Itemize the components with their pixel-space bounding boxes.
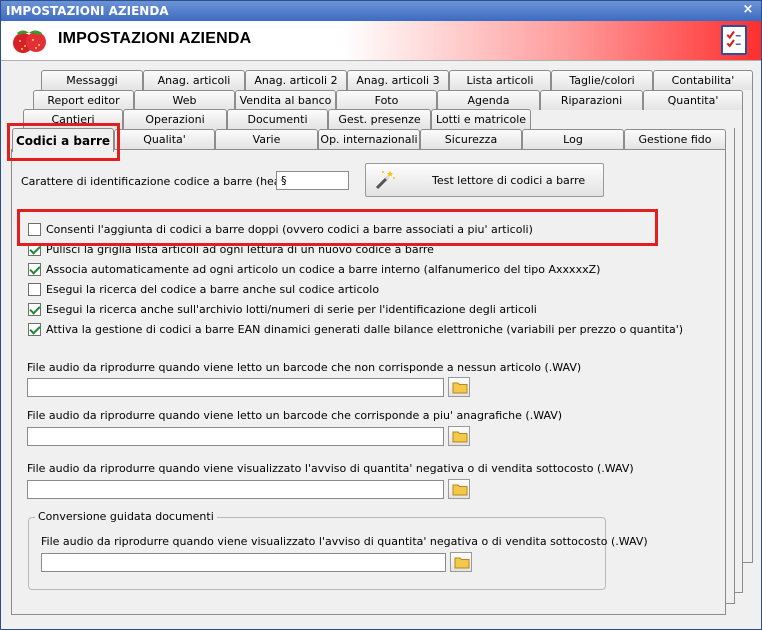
close-icon[interactable]: × <box>741 3 755 17</box>
checkbox[interactable] <box>28 223 41 236</box>
tab-cantieri[interactable]: Cantieri <box>23 109 123 129</box>
folder-icon <box>454 557 470 569</box>
tab-sicurezza[interactable]: Sicurezza <box>420 129 522 149</box>
window-titlebar[interactable]: IMPOSTAZIONI AZIENDA × <box>1 1 761 21</box>
settings-window: IMPOSTAZIONI AZIENDA × IMPOSTAZIONI AZIE… <box>0 0 762 630</box>
checkbox[interactable] <box>28 263 41 276</box>
groupbox-title: Conversione guidata documenti <box>35 510 217 523</box>
tab-qualita[interactable]: Qualita' <box>114 129 215 149</box>
tab-vendita-al-banco[interactable]: Vendita al banco <box>235 90 336 110</box>
audio-multiple-browse-button[interactable] <box>448 426 470 446</box>
tab-web[interactable]: Web <box>134 90 235 110</box>
header-char-label: Carattere di identificazione codice a ba… <box>21 175 311 188</box>
audio-no-article-input[interactable] <box>27 378 444 397</box>
option-label: Attiva la gestione di codici a barre EAN… <box>46 323 684 336</box>
tab-agenda[interactable]: Agenda <box>437 90 540 110</box>
header-char-input[interactable] <box>276 171 349 190</box>
tab-riparazioni[interactable]: Riparazioni <box>540 90 643 110</box>
option-label: Associa automaticamente ad ogni articolo… <box>46 263 601 276</box>
tab-documenti[interactable]: Documenti <box>227 109 328 129</box>
conversion-audio-input[interactable] <box>41 553 446 572</box>
checkbox[interactable] <box>28 323 41 336</box>
audio-negative-qty-label: File audio da riprodurre quando viene vi… <box>27 462 634 475</box>
tab-quantita[interactable]: Quantita' <box>643 90 743 110</box>
audio-multiple-input[interactable] <box>27 427 444 446</box>
tab-lista-articoli[interactable]: Lista articoli <box>449 70 551 90</box>
checkbox[interactable] <box>28 243 41 256</box>
conversion-groupbox: Conversione guidata documenti File audio… <box>28 510 648 590</box>
page-title: IMPOSTAZIONI AZIENDA <box>58 30 252 47</box>
header-banner: IMPOSTAZIONI AZIENDA <box>1 21 761 61</box>
tab-codici-a-barre[interactable]: Codici a barre <box>12 128 114 152</box>
tab-taglie-colori[interactable]: Taglie/colori <box>551 70 653 90</box>
test-barcode-reader-button[interactable]: Test lettore di codici a barre <box>365 163 604 197</box>
tab-contabilita[interactable]: Contabilita' <box>653 70 753 90</box>
audio-no-article-label: File audio da riprodurre quando viene le… <box>27 361 582 374</box>
strawberry-logo-icon <box>13 30 46 53</box>
audio-negative-qty-input[interactable] <box>27 480 444 499</box>
test-button-label: Test lettore di codici a barre <box>432 174 586 187</box>
folder-icon <box>452 382 468 394</box>
conversion-audio-browse-button[interactable] <box>450 552 472 572</box>
magic-wand-icon <box>375 171 395 190</box>
audio-multiple-label: File audio da riprodurre quando viene le… <box>27 409 563 422</box>
tab-gestione-fido[interactable]: Gestione fido <box>624 129 726 149</box>
tab-report-editor[interactable]: Report editor <box>33 90 134 110</box>
tab-op-internazionali[interactable]: Op. internazionali <box>318 129 420 149</box>
conversion-audio-label: File audio da riprodurre quando viene vi… <box>41 535 648 548</box>
tab-log[interactable]: Log <box>522 129 624 149</box>
window-title: IMPOSTAZIONI AZIENDA <box>6 4 169 18</box>
tab-varie[interactable]: Varie <box>215 129 318 149</box>
option-label: Esegui la ricerca del codice a barre anc… <box>46 283 380 296</box>
folder-icon <box>452 484 468 496</box>
barcode-settings-panel: Carattere di identificazione codice a ba… <box>11 149 726 615</box>
folder-icon <box>452 431 468 443</box>
tab-gest-presenze[interactable]: Gest. presenze <box>328 109 431 129</box>
checkbox[interactable] <box>28 283 41 296</box>
tab-operazioni[interactable]: Operazioni <box>123 109 227 129</box>
tab-foto[interactable]: Foto <box>336 90 437 110</box>
tab-lotti-e-matricole[interactable]: Lotti e matricole <box>431 109 531 129</box>
option-label: Pulisci la griglia lista articoli ad ogn… <box>46 243 434 256</box>
audio-no-article-browse-button[interactable] <box>448 377 470 397</box>
tab-anag-articoli-3[interactable]: Anag. articoli 3 <box>347 70 449 90</box>
checklist-icon <box>721 25 747 55</box>
checkbox[interactable] <box>28 303 41 316</box>
tab-anag-articoli[interactable]: Anag. articoli <box>143 70 245 90</box>
audio-negative-qty-browse-button[interactable] <box>448 479 470 499</box>
tab-anag-articoli-2[interactable]: Anag. articoli 2 <box>245 70 347 90</box>
tab-messaggi[interactable]: Messaggi <box>41 70 143 90</box>
option-label: Esegui la ricerca anche sull'archivio lo… <box>46 303 537 316</box>
option-label: Consenti l'aggiunta di codici a barre do… <box>46 223 533 236</box>
